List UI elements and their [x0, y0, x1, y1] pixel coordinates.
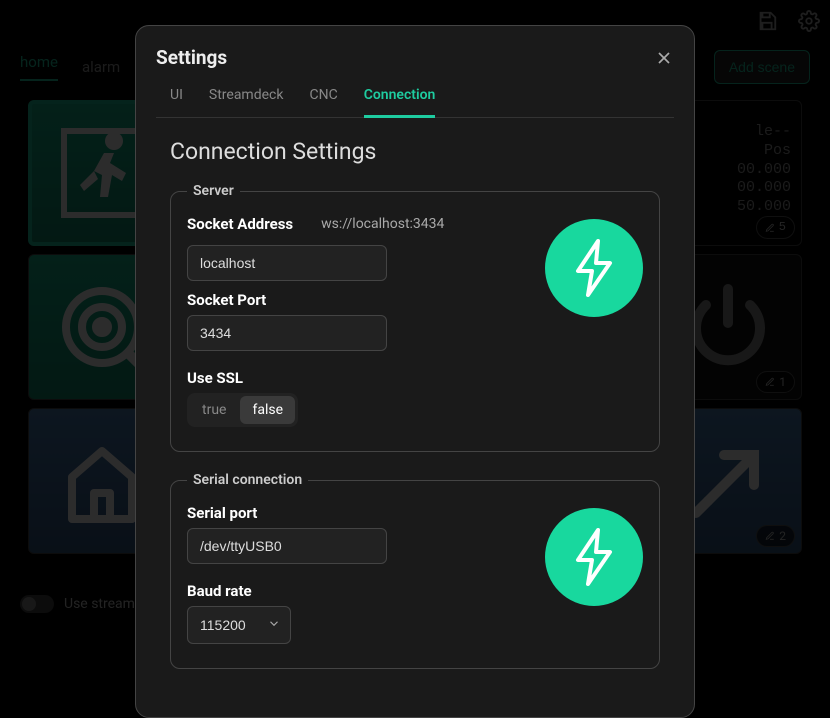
lightning-icon [572, 528, 616, 586]
modal-tab-ui[interactable]: UI [170, 87, 183, 117]
settings-modal: Settings UI Streamdeck CNC Connection Co… [135, 25, 695, 718]
lightning-icon [572, 239, 616, 297]
modal-tab-connection[interactable]: Connection [364, 87, 436, 118]
server-panel: Server Socket Address ws://localhost:343… [170, 183, 660, 452]
modal-tab-streamdeck[interactable]: Streamdeck [209, 87, 284, 117]
serial-legend: Serial connection [187, 472, 308, 488]
host-input[interactable] [187, 245, 387, 281]
modal-title: Settings [156, 46, 227, 69]
close-icon[interactable] [654, 48, 674, 68]
server-legend: Server [187, 183, 240, 199]
ssl-false-option[interactable]: false [240, 396, 295, 424]
socket-address-value: ws://localhost:3434 [321, 216, 444, 232]
modal-tab-cnc[interactable]: CNC [309, 87, 337, 117]
ssl-true-option[interactable]: true [190, 396, 238, 424]
section-title: Connection Settings [170, 138, 674, 165]
modal-overlay: Settings UI Streamdeck CNC Connection Co… [0, 0, 830, 714]
serial-port-input[interactable] [187, 528, 387, 564]
baud-rate-label: Baud rate [187, 582, 529, 600]
use-ssl-label: Use SSL [187, 369, 529, 387]
socket-port-label: Socket Port [187, 291, 529, 309]
baud-rate-select[interactable]: 115200 [187, 606, 291, 644]
serial-port-label: Serial port [187, 504, 529, 522]
serial-status-indicator [545, 508, 643, 606]
socket-address-label: Socket Address [187, 215, 293, 233]
ssl-toggle-group: true false [187, 393, 298, 427]
server-status-indicator [545, 219, 643, 317]
serial-panel: Serial connection Serial port Baud rate … [170, 472, 660, 669]
port-input[interactable] [187, 315, 387, 351]
